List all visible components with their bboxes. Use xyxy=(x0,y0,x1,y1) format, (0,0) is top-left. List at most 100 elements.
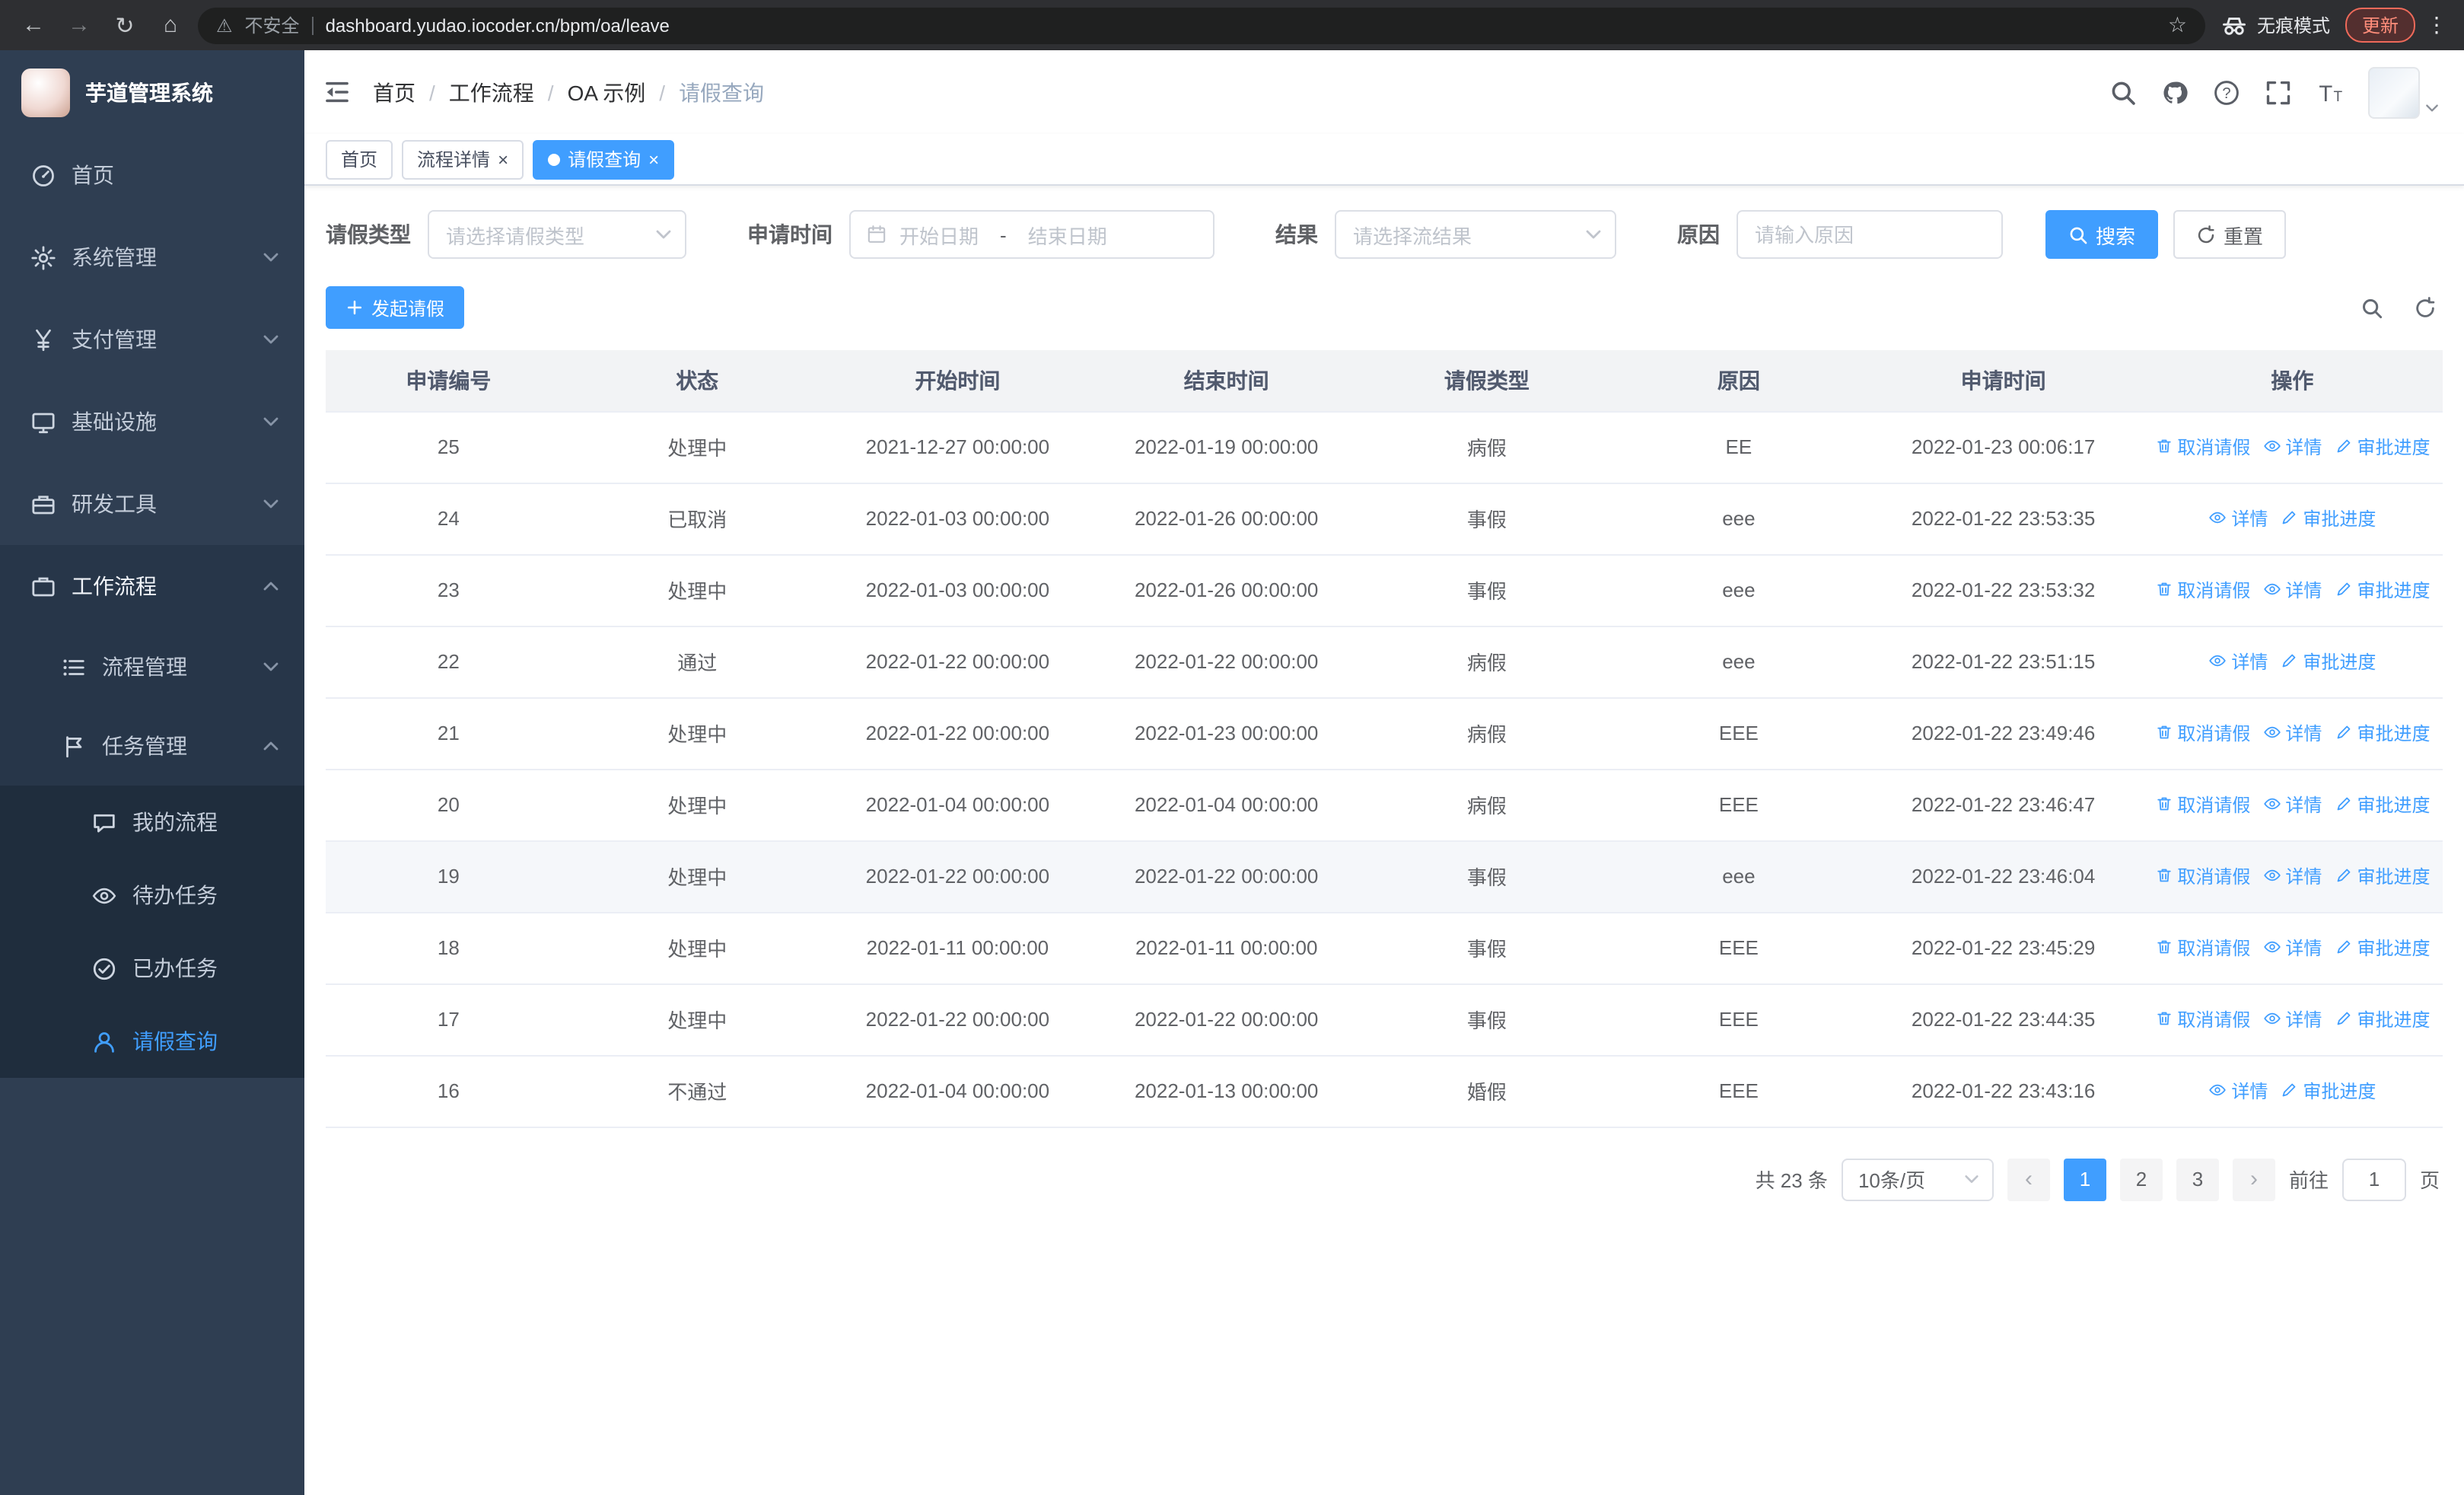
bookmark-star-icon[interactable]: ☆ xyxy=(2168,12,2187,38)
sidebar-item-process-mgmt[interactable]: 流程管理 xyxy=(0,627,304,706)
next-page-button[interactable]: › xyxy=(2232,1158,2275,1200)
sidebar-item-leave-query[interactable]: 请假查询 xyxy=(0,1005,304,1078)
tab-leave-query[interactable]: 请假查询 × xyxy=(533,139,675,179)
cancel-leave-link[interactable]: 取消请假 xyxy=(2154,720,2250,746)
result-select[interactable]: 请选择流结果 xyxy=(1335,210,1616,259)
yen-icon xyxy=(30,327,56,352)
search-icon[interactable] xyxy=(2109,78,2137,106)
url-text[interactable]: dashboard.yudao.iocoder.cn/bpm/oa/leave xyxy=(326,14,2156,36)
eye-icon xyxy=(2262,724,2281,742)
end-date-placeholder[interactable]: 结束日期 xyxy=(1028,220,1107,249)
fullscreen-icon[interactable] xyxy=(2265,78,2292,106)
page-button-2[interactable]: 2 xyxy=(2119,1158,2163,1200)
breadcrumb-workflow[interactable]: 工作流程 xyxy=(449,77,534,107)
eye-icon xyxy=(2262,867,2281,885)
cancel-leave-link[interactable]: 取消请假 xyxy=(2154,792,2250,818)
tab-process-detail[interactable]: 流程详情 × xyxy=(402,139,524,179)
font-size-icon[interactable] xyxy=(2316,78,2344,106)
trash-icon xyxy=(2154,1010,2173,1028)
collapse-sidebar-icon[interactable] xyxy=(323,78,352,107)
sidebar-item-devtools[interactable]: 研发工具 xyxy=(0,463,304,545)
github-icon[interactable] xyxy=(2161,78,2189,106)
progress-link[interactable]: 审批进度 xyxy=(2334,863,2430,889)
help-icon[interactable] xyxy=(2213,78,2240,106)
page-size-select[interactable]: 10条/页 xyxy=(1841,1158,1994,1200)
detail-link[interactable]: 详情 xyxy=(2208,649,2268,674)
sidebar-item-my-process[interactable]: 我的流程 xyxy=(0,786,304,859)
tab-home[interactable]: 首页 xyxy=(326,139,393,179)
home-icon[interactable]: ⌂ xyxy=(152,12,189,38)
detail-link[interactable]: 详情 xyxy=(2262,577,2322,603)
cancel-leave-link[interactable]: 取消请假 xyxy=(2154,1006,2250,1032)
update-button[interactable]: 更新 xyxy=(2345,8,2415,43)
chat-icon xyxy=(91,809,117,835)
progress-link[interactable]: 审批进度 xyxy=(2334,792,2430,818)
sidebar-item-payment[interactable]: 支付管理 xyxy=(0,298,304,381)
reset-button[interactable]: 重置 xyxy=(2173,210,2287,259)
progress-link[interactable]: 审批进度 xyxy=(2334,1006,2430,1032)
progress-link[interactable]: 审批进度 xyxy=(2280,505,2376,531)
cancel-leave-link[interactable]: 取消请假 xyxy=(2154,434,2250,460)
progress-link[interactable]: 审批进度 xyxy=(2334,434,2430,460)
address-divider xyxy=(311,16,314,34)
eye-icon xyxy=(91,882,117,908)
detail-link[interactable]: 详情 xyxy=(2208,1078,2268,1104)
create-leave-button[interactable]: 发起请假 xyxy=(326,286,465,329)
detail-link[interactable]: 详情 xyxy=(2208,505,2268,531)
page-content: 请假类型 请选择请假类型 申请时间 开始日期 - 结束日期 结果 请选择流结果 … xyxy=(304,186,2464,1495)
cancel-leave-link[interactable]: 取消请假 xyxy=(2154,935,2250,961)
security-label[interactable]: 不安全 xyxy=(245,12,300,38)
detail-link[interactable]: 详情 xyxy=(2262,792,2322,818)
trash-icon xyxy=(2154,581,2173,599)
reason-input[interactable] xyxy=(1755,223,1985,246)
refresh-table-icon[interactable] xyxy=(2414,296,2437,319)
detail-link[interactable]: 详情 xyxy=(2262,720,2322,746)
sidebar-item-workflow[interactable]: 工作流程 xyxy=(0,545,304,627)
progress-link[interactable]: 审批进度 xyxy=(2280,1078,2376,1104)
start-date-placeholder[interactable]: 开始日期 xyxy=(899,220,979,249)
date-range-picker[interactable]: 开始日期 - 结束日期 xyxy=(849,210,1214,259)
address-bar[interactable]: ⚠ 不安全 dashboard.yudao.iocoder.cn/bpm/oa/… xyxy=(198,7,2205,43)
goto-page-input[interactable] xyxy=(2341,1158,2406,1200)
filter-leave-type: 请假类型 请选择请假类型 xyxy=(326,210,686,259)
user-menu[interactable] xyxy=(2368,66,2440,118)
flag-icon xyxy=(61,733,87,759)
table-row: 19 处理中 2022-01-22 00:00:00 2022-01-22 00:0… xyxy=(326,840,2443,913)
page-button-3[interactable]: 3 xyxy=(2176,1158,2219,1200)
close-tab-icon[interactable]: × xyxy=(648,150,659,168)
sidebar: 芋道管理系统 首页 系统管理 支付管理 基础设施 研发工具 工作流程 流程管理 … xyxy=(0,50,304,1495)
col-reason: 原因 xyxy=(1612,350,1865,412)
leave-type-select[interactable]: 请选择请假类型 xyxy=(428,210,686,259)
sidebar-item-system[interactable]: 系统管理 xyxy=(0,216,304,298)
close-tab-icon[interactable]: × xyxy=(498,150,508,168)
search-button[interactable]: 搜索 xyxy=(2045,210,2159,259)
col-end: 结束时间 xyxy=(1092,350,1361,412)
progress-link[interactable]: 审批进度 xyxy=(2280,649,2376,674)
detail-link[interactable]: 详情 xyxy=(2262,863,2322,889)
toggle-search-icon[interactable] xyxy=(2361,296,2383,319)
page-button-1[interactable]: 1 xyxy=(2063,1158,2106,1200)
sidebar-item-home[interactable]: 首页 xyxy=(0,134,304,216)
detail-link[interactable]: 详情 xyxy=(2262,1006,2322,1032)
browser-menu-icon[interactable]: ⋮ xyxy=(2424,12,2449,38)
cancel-leave-link[interactable]: 取消请假 xyxy=(2154,577,2250,603)
breadcrumb-oa-example[interactable]: OA 示例 xyxy=(568,77,646,107)
progress-link[interactable]: 审批进度 xyxy=(2334,577,2430,603)
sidebar-item-task-mgmt[interactable]: 任务管理 xyxy=(0,706,304,786)
cancel-leave-link[interactable]: 取消请假 xyxy=(2154,863,2250,889)
detail-link[interactable]: 详情 xyxy=(2262,935,2322,961)
back-icon[interactable]: ← xyxy=(15,12,52,38)
reload-icon[interactable]: ↻ xyxy=(107,11,143,39)
prev-page-button[interactable]: ‹ xyxy=(2007,1158,2050,1200)
sidebar-item-todo-task[interactable]: 待办任务 xyxy=(0,859,304,932)
sidebar-item-infra[interactable]: 基础设施 xyxy=(0,381,304,463)
detail-link[interactable]: 详情 xyxy=(2262,434,2322,460)
progress-link[interactable]: 审批进度 xyxy=(2334,720,2430,746)
user-avatar[interactable] xyxy=(2368,66,2420,118)
progress-link[interactable]: 审批进度 xyxy=(2334,935,2430,961)
forward-icon[interactable]: → xyxy=(61,12,97,38)
table-tools xyxy=(2361,296,2443,319)
breadcrumb-home[interactable]: 首页 xyxy=(373,77,415,107)
reason-label: 原因 xyxy=(1677,222,1720,247)
sidebar-item-done-task[interactable]: 已办任务 xyxy=(0,932,304,1005)
